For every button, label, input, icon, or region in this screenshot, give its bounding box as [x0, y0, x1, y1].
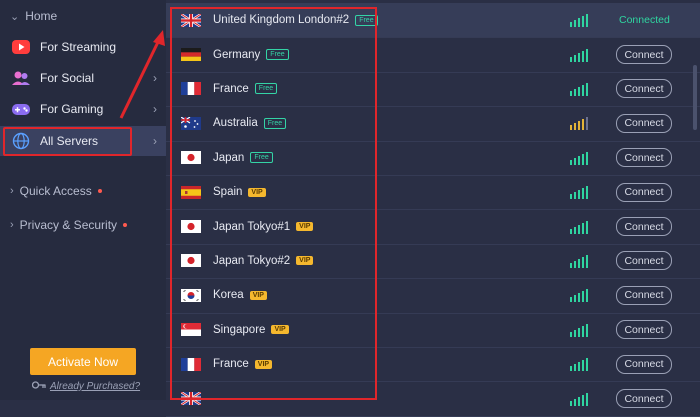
sidebar-item-label: For Gaming — [40, 102, 104, 116]
chevron-right-icon: › — [10, 219, 14, 231]
connect-button[interactable]: Connect — [616, 113, 672, 133]
signal-strength-icon — [570, 116, 589, 131]
connected-status: Connected — [619, 14, 670, 27]
connect-button[interactable]: Connect — [616, 79, 672, 99]
chevron-right-icon: › — [10, 185, 14, 197]
already-purchased-link[interactable]: Already Purchased? — [31, 381, 141, 392]
notification-dot — [97, 189, 102, 193]
signal-strength-icon — [570, 48, 589, 62]
annotation-arrow — [119, 30, 165, 119]
connect-button[interactable]: Connect — [616, 148, 672, 168]
sidebar-item-label: For Social — [40, 71, 95, 85]
sidebar-item-label: For Streaming — [40, 40, 117, 54]
highlight-box-all-servers — [3, 127, 132, 156]
notification-dot — [123, 223, 128, 227]
signal-strength-icon — [570, 357, 589, 372]
home-label: Home — [25, 9, 58, 23]
signal-strength-icon — [570, 254, 589, 268]
sidebar-item-label: Quick Access — [19, 184, 92, 198]
youtube-icon — [11, 37, 31, 57]
activate-now-button[interactable]: Activate Now — [30, 348, 136, 375]
gamepad-icon — [11, 99, 31, 119]
connect-button[interactable]: Connect — [616, 251, 672, 271]
connect-button[interactable]: Connect — [616, 285, 672, 305]
signal-strength-icon — [570, 288, 589, 303]
sidebar-item-privacy-security[interactable]: › Privacy & Security — [10, 218, 128, 232]
people-icon — [11, 68, 31, 88]
chevron-right-icon: › — [153, 134, 157, 148]
connect-button[interactable]: Connect — [616, 354, 672, 374]
signal-strength-icon — [570, 392, 589, 406]
connect-button[interactable]: Connect — [616, 389, 672, 409]
sidebar-item-quick-access[interactable]: › Quick Access — [10, 184, 102, 198]
connect-button[interactable]: Connect — [616, 45, 672, 65]
key-icon — [31, 381, 46, 392]
already-purchased-label: Already Purchased? — [50, 381, 141, 392]
home-nav[interactable]: ⌄ Home — [10, 9, 57, 23]
signal-strength-icon — [570, 185, 589, 200]
sidebar-item-label: Privacy & Security — [19, 218, 118, 232]
signal-strength-icon — [570, 151, 589, 165]
highlight-box-server-list — [170, 7, 377, 400]
signal-strength-icon — [570, 82, 589, 96]
connect-button[interactable]: Connect — [616, 320, 672, 340]
signal-strength-icon — [570, 323, 589, 337]
chevron-down-icon: ⌄ — [10, 11, 20, 23]
connect-button[interactable]: Connect — [616, 217, 672, 237]
scrollbar[interactable] — [693, 65, 697, 130]
signal-strength-icon — [570, 13, 589, 28]
signal-strength-icon — [570, 220, 589, 234]
connect-button[interactable]: Connect — [616, 182, 672, 202]
